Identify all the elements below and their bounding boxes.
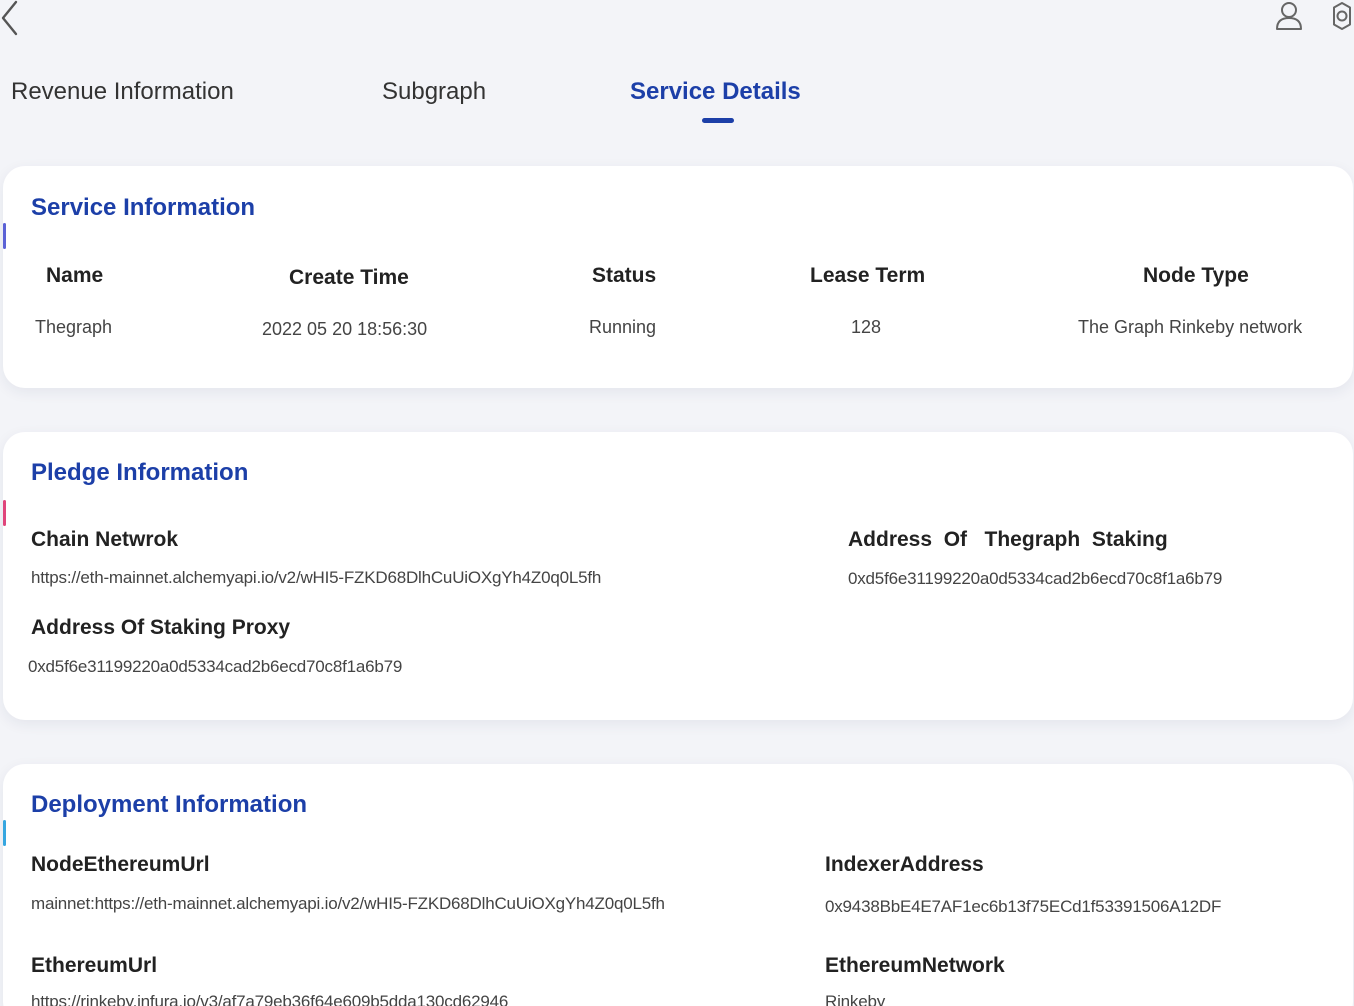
chevron-left-icon[interactable] [0, 0, 22, 40]
service-information-title: Service Information [31, 194, 256, 221]
tab-revenue-information[interactable]: Revenue Information [11, 78, 234, 106]
staking-proxy-address-label: Address Of Staking Proxy [31, 616, 291, 639]
column-header-create-time: Create Time [289, 266, 409, 289]
gear-icon[interactable] [1326, 0, 1354, 34]
pledge-information-title: Pledge Information [31, 459, 249, 486]
ethereum-url-value: https://rinkeby.infura.io/v3/af7a79eb36f… [31, 992, 509, 1006]
ethereum-network-label: EthereumNetwork [825, 954, 1005, 977]
thegraph-staking-address-value: 0xd5f6e31199220a0d5334cad2b6ecd70c8f1a6b… [848, 569, 1223, 588]
column-header-node-type: Node Type [1143, 264, 1249, 287]
deployment-information-card: Deployment Information NodeEthereumUrl m… [3, 764, 1353, 1006]
column-header-status: Status [592, 264, 657, 287]
deployment-information-title: Deployment Information [31, 791, 308, 818]
section-accent-bar [3, 223, 6, 249]
tab-service-details[interactable]: Service Details [630, 78, 801, 106]
user-icon[interactable] [1274, 0, 1304, 32]
node-ethereum-url-label: NodeEthereumUrl [31, 853, 210, 876]
ethereum-url-label: EthereumUrl [31, 954, 158, 977]
chain-network-value: https://eth-mainnet.alchemyapi.io/v2/wHI… [31, 568, 602, 587]
service-create-time-value: 2022 05 20 18:56:30 [262, 319, 428, 339]
service-node-type-value: The Graph Rinkeby network [1078, 317, 1303, 337]
thegraph-staking-address-label: Address Of Thegraph Staking [848, 528, 1168, 551]
chain-network-label: Chain Netwrok [31, 528, 179, 551]
active-tab-indicator [702, 118, 734, 123]
service-information-card: Service Information Name Create Time Sta… [3, 166, 1353, 388]
indexer-address-label: IndexerAddress [825, 853, 984, 876]
tab-bar: Revenue Information Subgraph Service Det… [0, 78, 1354, 128]
section-accent-bar [3, 500, 6, 526]
service-lease-term-value: 128 [851, 317, 882, 337]
staking-proxy-address-value: 0xd5f6e31199220a0d5334cad2b6ecd70c8f1a6b… [28, 657, 403, 676]
node-ethereum-url-value: mainnet:https://eth-mainnet.alchemyapi.i… [31, 894, 665, 913]
tab-subgraph[interactable]: Subgraph [382, 78, 486, 106]
pledge-information-card: Pledge Information Chain Netwrok https:/… [3, 432, 1353, 720]
section-accent-bar [3, 820, 6, 846]
ethereum-network-value: Rinkeby [825, 992, 886, 1006]
indexer-address-value: 0x9438BbE4E7AF1ec6b13f75ECd1f53391506A12… [825, 897, 1222, 916]
service-name-value: Thegraph [35, 317, 113, 337]
service-status-value: Running [589, 317, 657, 337]
column-header-lease-term: Lease Term [810, 264, 926, 287]
column-header-name: Name [46, 264, 104, 287]
